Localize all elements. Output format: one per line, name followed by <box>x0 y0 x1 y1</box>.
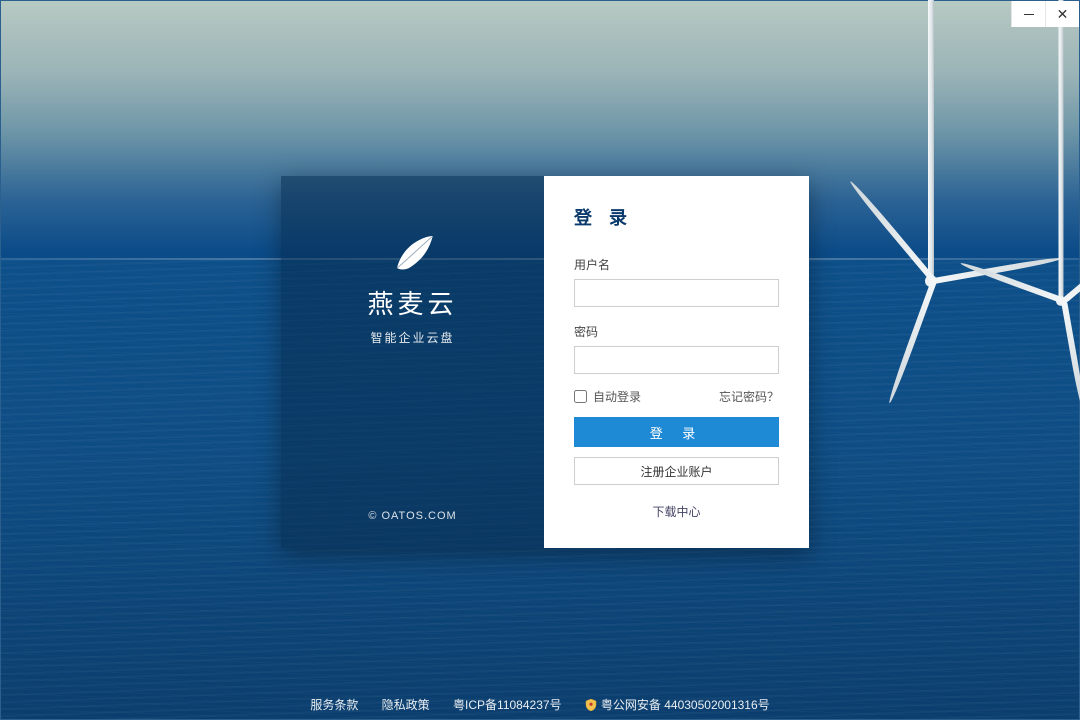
footer-icp-link[interactable]: 粤ICP备11084237号 <box>453 698 562 712</box>
username-input[interactable] <box>574 279 779 307</box>
brand-copyright: © OATOS.COM <box>368 510 456 522</box>
close-icon: ✕ <box>1057 7 1069 21</box>
auto-login-checkbox[interactable]: 自动登录 <box>574 388 641 405</box>
leaf-logo-icon <box>391 234 435 274</box>
download-center-link[interactable]: 下载中心 <box>574 503 779 520</box>
password-input[interactable] <box>574 346 779 374</box>
footer-police-text: 粤公网安备 44030502001316号 <box>601 698 770 712</box>
brand-subtitle: 智能企业云盘 <box>370 329 454 346</box>
minimize-icon <box>1024 14 1034 15</box>
footer-privacy-link[interactable]: 隐私政策 <box>382 698 430 712</box>
app-window: ✕ 燕麦云 智能企业云盘 © OATOS.COM 登 录 用户名 密码 自动登 <box>0 0 1080 720</box>
login-form: 登 录 用户名 密码 自动登录 忘记密码？ 登 录 注册企业账户 下载中心 <box>544 176 809 548</box>
login-card: 燕麦云 智能企业云盘 © OATOS.COM 登 录 用户名 密码 自动登录 忘… <box>281 176 809 548</box>
login-button[interactable]: 登 录 <box>574 417 779 447</box>
window-controls: ✕ <box>1011 1 1079 27</box>
close-button[interactable]: ✕ <box>1045 1 1079 27</box>
brand-name: 燕麦云 <box>367 284 457 321</box>
auto-login-input[interactable] <box>574 390 587 403</box>
footer: 服务条款 隐私政策 粤ICP备11084237号 粤公网安备 440305020… <box>1 696 1079 713</box>
username-label: 用户名 <box>574 256 779 273</box>
auto-login-label: 自动登录 <box>593 388 641 405</box>
password-label: 密码 <box>574 323 779 340</box>
brand-panel: 燕麦云 智能企业云盘 © OATOS.COM <box>281 176 544 548</box>
footer-terms-link[interactable]: 服务条款 <box>310 698 358 712</box>
police-shield-icon <box>585 699 597 711</box>
forgot-password-link[interactable]: 忘记密码？ <box>719 388 779 405</box>
register-button[interactable]: 注册企业账户 <box>574 457 779 485</box>
form-title: 登 录 <box>574 204 779 230</box>
minimize-button[interactable] <box>1011 1 1045 27</box>
footer-police-link[interactable]: 粤公网安备 44030502001316号 <box>585 698 770 712</box>
